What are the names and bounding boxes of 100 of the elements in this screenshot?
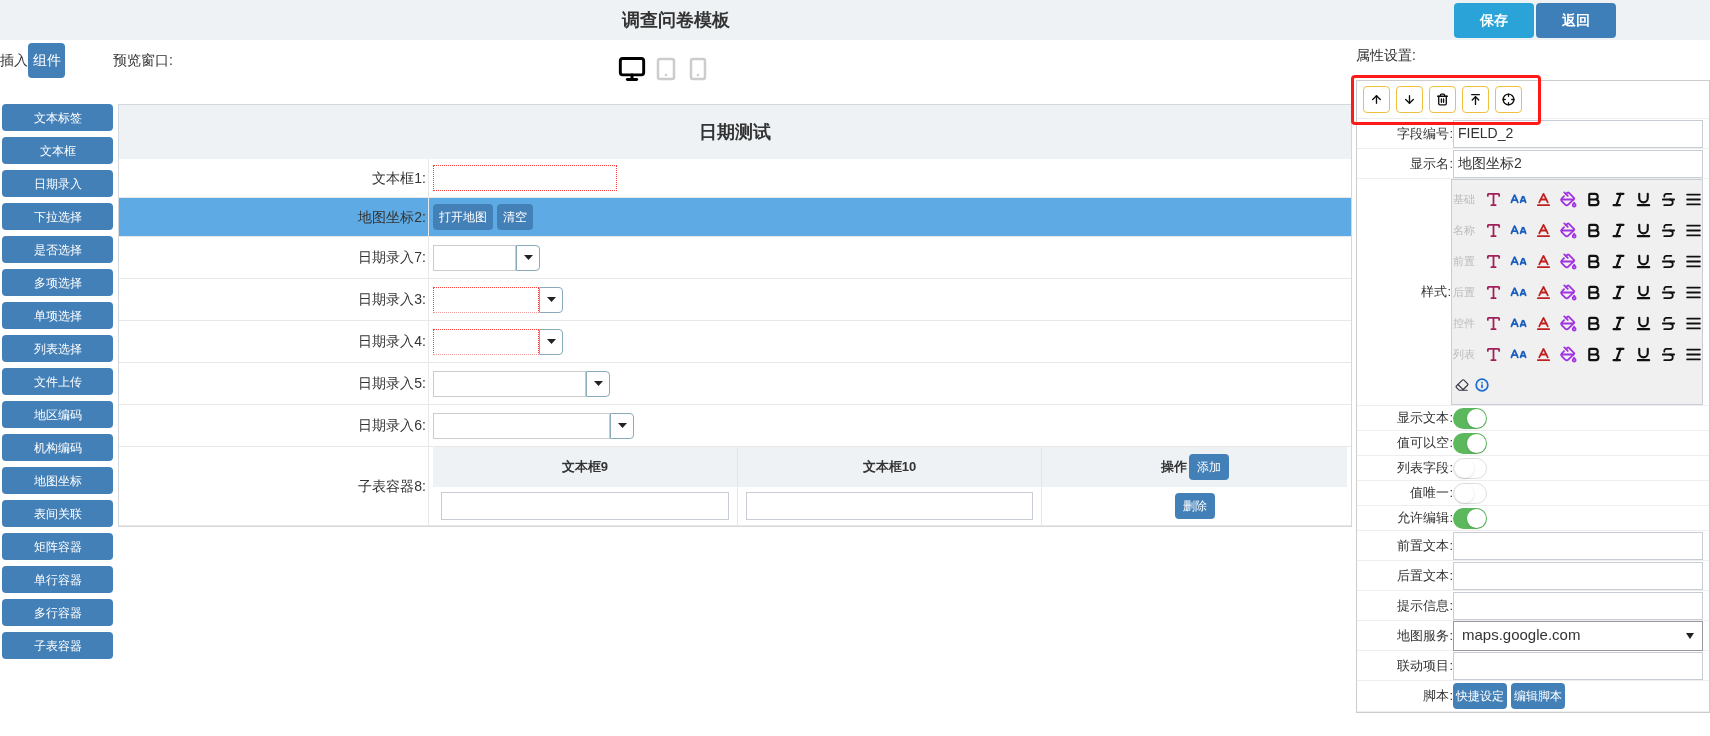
italic-icon[interactable]: [1610, 191, 1627, 208]
toggle-switch[interactable]: [1453, 432, 1487, 454]
fill-color-icon[interactable]: [1560, 222, 1577, 239]
text-style-icon[interactable]: [1485, 346, 1502, 363]
form-row[interactable]: 日期录入6:: [119, 405, 1351, 447]
info-icon[interactable]: [1475, 378, 1489, 392]
font-color-icon[interactable]: [1535, 284, 1552, 301]
cell-input[interactable]: [441, 492, 729, 520]
date-field[interactable]: [433, 244, 540, 271]
italic-icon[interactable]: [1610, 315, 1627, 332]
strikethrough-icon[interactable]: [1660, 222, 1677, 239]
strikethrough-icon[interactable]: [1660, 284, 1677, 301]
text-style-icon[interactable]: [1485, 191, 1502, 208]
strikethrough-icon[interactable]: [1660, 315, 1677, 332]
date-field[interactable]: [433, 370, 610, 397]
cell-input[interactable]: [745, 492, 1034, 520]
eraser-icon[interactable]: [1455, 378, 1469, 392]
component-item[interactable]: 是否选择: [2, 236, 113, 263]
down-action-button[interactable]: [1396, 86, 1423, 113]
toggle-switch[interactable]: [1453, 457, 1487, 479]
component-item[interactable]: 日期录入: [2, 170, 113, 197]
underline-icon[interactable]: [1635, 222, 1652, 239]
bold-icon[interactable]: [1585, 253, 1602, 270]
component-item[interactable]: 多项选择: [2, 269, 113, 296]
date-field[interactable]: [433, 412, 634, 439]
component-item[interactable]: 单项选择: [2, 302, 113, 329]
bold-icon[interactable]: [1585, 284, 1602, 301]
property-input[interactable]: [1453, 651, 1703, 680]
component-item[interactable]: 地图坐标: [2, 467, 113, 494]
italic-icon[interactable]: [1610, 253, 1627, 270]
component-item[interactable]: 文件上传: [2, 368, 113, 395]
script-button[interactable]: 编辑脚本: [1511, 683, 1565, 709]
map-button[interactable]: 清空: [497, 204, 533, 230]
fill-color-icon[interactable]: [1560, 315, 1577, 332]
add-button[interactable]: 添加: [1188, 454, 1229, 480]
underline-icon[interactable]: [1635, 346, 1652, 363]
form-row[interactable]: 日期录入3:: [119, 279, 1351, 321]
underline-icon[interactable]: [1635, 191, 1652, 208]
delete-button[interactable]: 删除: [1174, 493, 1215, 519]
component-item[interactable]: 表间关联: [2, 500, 113, 527]
header-button[interactable]: 保存: [1454, 2, 1534, 38]
bold-icon[interactable]: [1585, 315, 1602, 332]
align-icon[interactable]: [1685, 315, 1702, 332]
text-style-icon[interactable]: [1485, 315, 1502, 332]
strikethrough-icon[interactable]: [1660, 346, 1677, 363]
caret-icon[interactable]: [539, 286, 563, 313]
font-color-icon[interactable]: [1535, 315, 1552, 332]
form-row[interactable]: 文本框1:: [119, 159, 1351, 198]
caret-icon[interactable]: [610, 412, 634, 439]
header-button[interactable]: 返回: [1536, 2, 1616, 38]
underline-icon[interactable]: [1635, 315, 1652, 332]
map-button[interactable]: 打开地图: [433, 204, 493, 230]
component-item[interactable]: 矩阵容器: [2, 533, 113, 560]
align-icon[interactable]: [1685, 253, 1702, 270]
bold-icon[interactable]: [1585, 222, 1602, 239]
fill-color-icon[interactable]: [1560, 346, 1577, 363]
component-item[interactable]: 列表选择: [2, 335, 113, 362]
align-icon[interactable]: [1685, 222, 1702, 239]
toggle-switch[interactable]: [1453, 482, 1487, 504]
font-color-icon[interactable]: [1535, 191, 1552, 208]
text-style-icon[interactable]: [1485, 222, 1502, 239]
text-style-icon[interactable]: [1485, 284, 1502, 301]
form-row[interactable]: 日期录入5:: [119, 363, 1351, 405]
form-row[interactable]: 子表容器8: 文本框9 文本框10 操作 添加 删除: [119, 447, 1351, 526]
component-item[interactable]: 子表容器: [2, 632, 113, 659]
italic-icon[interactable]: [1610, 222, 1627, 239]
component-item[interactable]: 单行容器: [2, 566, 113, 593]
caret-icon[interactable]: [586, 370, 610, 397]
underline-icon[interactable]: [1635, 253, 1652, 270]
property-input[interactable]: [1453, 531, 1703, 560]
text-style-icon[interactable]: [1485, 253, 1502, 270]
script-button[interactable]: 快捷设定: [1453, 683, 1507, 709]
component-item[interactable]: 地区编码: [2, 401, 113, 428]
italic-icon[interactable]: [1610, 346, 1627, 363]
property-input[interactable]: [1453, 591, 1703, 620]
date-field[interactable]: [433, 286, 563, 313]
locate-action-button[interactable]: [1495, 86, 1522, 113]
component-item[interactable]: 下拉选择: [2, 203, 113, 230]
fill-color-icon[interactable]: [1560, 284, 1577, 301]
fill-color-icon[interactable]: [1560, 253, 1577, 270]
component-item[interactable]: 机构编码: [2, 434, 113, 461]
align-icon[interactable]: [1685, 346, 1702, 363]
map-service-select[interactable]: maps.google.com: [1453, 620, 1703, 651]
underline-icon[interactable]: [1635, 284, 1652, 301]
form-row[interactable]: 日期录入7:: [119, 237, 1351, 279]
toggle-switch[interactable]: [1453, 407, 1487, 429]
text-input[interactable]: [433, 165, 617, 191]
fill-color-icon[interactable]: [1560, 191, 1577, 208]
strikethrough-icon[interactable]: [1660, 191, 1677, 208]
property-input[interactable]: [1453, 561, 1703, 590]
font-color-icon[interactable]: [1535, 346, 1552, 363]
caret-icon[interactable]: [539, 328, 563, 355]
bold-icon[interactable]: [1585, 191, 1602, 208]
caret-icon[interactable]: [516, 244, 540, 271]
component-item[interactable]: 文本标签: [2, 104, 113, 131]
font-color-icon[interactable]: [1535, 222, 1552, 239]
component-item[interactable]: 文本框: [2, 137, 113, 164]
desktop-icon[interactable]: [617, 55, 646, 83]
align-icon[interactable]: [1685, 191, 1702, 208]
toggle-switch[interactable]: [1453, 507, 1487, 529]
